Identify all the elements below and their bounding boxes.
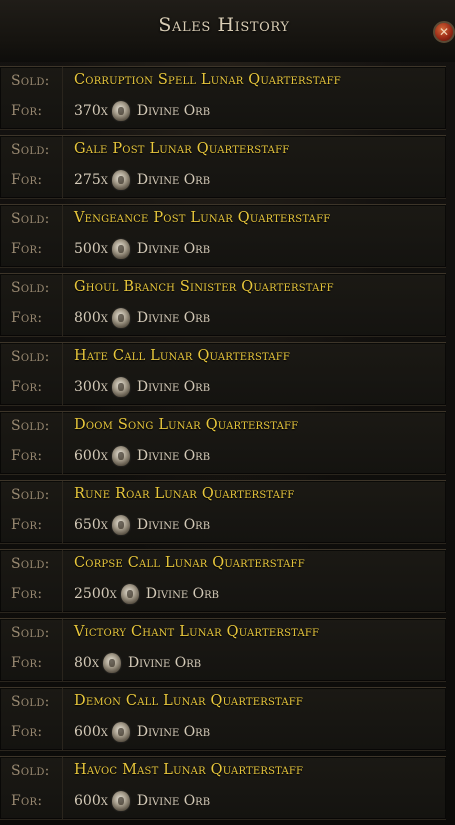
- currency-name: Divine Orb: [136, 517, 211, 533]
- sold-label: Sold:: [11, 280, 50, 296]
- for-label: For:: [11, 448, 43, 464]
- divine-orb-icon: [111, 377, 130, 397]
- currency-name: Divine Orb: [127, 655, 202, 671]
- sales-list: Sold: Corruption Spell Lunar Quarterstaf…: [0, 66, 446, 825]
- close-button[interactable]: ✕: [433, 21, 455, 43]
- item-name[interactable]: Demon Call Lunar Quarterstaff: [74, 693, 303, 709]
- price-quantity: 500x: [74, 241, 108, 257]
- price: 650x Divine Orb: [74, 514, 210, 536]
- price-quantity: 370x: [74, 103, 108, 119]
- sold-label: Sold:: [11, 694, 50, 710]
- sale-entry[interactable]: Sold: Gale Post Lunar Quarterstaff For: …: [0, 135, 446, 199]
- item-name[interactable]: Hate Call Lunar Quarterstaff: [74, 348, 290, 364]
- sale-entry[interactable]: Sold: Doom Song Lunar Quarterstaff For: …: [0, 411, 446, 475]
- divine-orb-icon: [111, 308, 130, 328]
- price: 600x Divine Orb: [74, 445, 210, 467]
- window-title: Sales History: [158, 14, 290, 36]
- price-quantity: 650x: [74, 517, 108, 533]
- sold-label: Sold:: [11, 625, 50, 641]
- price: 600x Divine Orb: [74, 721, 210, 743]
- price: 275x Divine Orb: [74, 169, 210, 191]
- currency-name: Divine Orb: [136, 103, 211, 119]
- divine-orb-icon: [111, 239, 130, 259]
- sales-history-window: Sales History ✕ Sold: Corruption Spell L…: [0, 0, 455, 820]
- for-label: For:: [11, 103, 43, 119]
- price: 500x Divine Orb: [74, 238, 210, 260]
- divine-orb-icon: [120, 584, 139, 604]
- currency-name: Divine Orb: [136, 379, 211, 395]
- currency-name: Divine Orb: [136, 172, 211, 188]
- sold-label: Sold:: [11, 556, 50, 572]
- divine-orb-icon: [111, 722, 130, 742]
- price-quantity: 600x: [74, 724, 108, 740]
- currency-name: Divine Orb: [145, 586, 219, 602]
- item-name[interactable]: Gale Post Lunar Quarterstaff: [74, 141, 289, 157]
- price: 600x Divine Orb: [74, 790, 210, 812]
- sale-entry[interactable]: Sold: Vengeance Post Lunar Quarterstaff …: [0, 204, 446, 268]
- currency-name: Divine Orb: [136, 241, 211, 257]
- price-quantity: 800x: [74, 310, 108, 326]
- price-quantity: 275x: [74, 172, 108, 188]
- sale-entry[interactable]: Sold: Victory Chant Lunar Quarterstaff F…: [0, 618, 446, 682]
- sold-label: Sold:: [11, 418, 50, 434]
- item-name[interactable]: Corruption Spell Lunar Quarterstaff: [74, 72, 341, 88]
- window-header: Sales History ✕: [0, 0, 455, 62]
- price: 800x Divine Orb: [74, 307, 210, 329]
- item-name[interactable]: Rune Roar Lunar Quarterstaff: [74, 486, 294, 502]
- divine-orb-icon: [111, 446, 130, 466]
- divine-orb-icon: [111, 515, 130, 535]
- currency-name: Divine Orb: [136, 724, 211, 740]
- sale-entry[interactable]: Sold: Corruption Spell Lunar Quarterstaf…: [0, 66, 446, 130]
- price: 80x Divine Orb: [74, 652, 201, 674]
- divine-orb-icon: [111, 170, 130, 190]
- for-label: For:: [11, 517, 43, 533]
- item-name[interactable]: Corpse Call Lunar Quarterstaff: [74, 555, 305, 571]
- currency-name: Divine Orb: [136, 310, 211, 326]
- sale-entry[interactable]: Sold: Rune Roar Lunar Quarterstaff For: …: [0, 480, 446, 544]
- sold-label: Sold:: [11, 142, 50, 158]
- close-icon: ✕: [438, 25, 450, 39]
- currency-name: Divine Orb: [136, 793, 211, 809]
- item-name[interactable]: Doom Song Lunar Quarterstaff: [74, 417, 298, 433]
- divine-orb-icon: [111, 791, 130, 811]
- price: 2500x Divine Orb: [74, 583, 219, 605]
- price: 300x Divine Orb: [74, 376, 210, 398]
- price-quantity: 2500x: [74, 586, 117, 602]
- for-label: For:: [11, 241, 43, 257]
- sale-entry[interactable]: Sold: Havoc Mast Lunar Quarterstaff For:…: [0, 756, 446, 820]
- item-name[interactable]: Ghoul Branch Sinister Quarterstaff: [74, 279, 334, 295]
- item-name[interactable]: Vengeance Post Lunar Quarterstaff: [74, 210, 330, 226]
- sold-label: Sold:: [11, 211, 50, 227]
- price-quantity: 600x: [74, 448, 108, 464]
- sold-label: Sold:: [11, 487, 50, 503]
- price-quantity: 600x: [74, 793, 108, 809]
- for-label: For:: [11, 172, 43, 188]
- item-name[interactable]: Victory Chant Lunar Quarterstaff: [74, 624, 319, 640]
- divine-orb-icon: [111, 101, 130, 121]
- for-label: For:: [11, 793, 43, 809]
- divine-orb-icon: [102, 653, 121, 673]
- sold-label: Sold:: [11, 763, 50, 779]
- sale-entry[interactable]: Sold: Ghoul Branch Sinister Quarterstaff…: [0, 273, 446, 337]
- item-name[interactable]: Havoc Mast Lunar Quarterstaff: [74, 762, 303, 778]
- sale-entry[interactable]: Sold: Corpse Call Lunar Quarterstaff For…: [0, 549, 446, 613]
- price-quantity: 300x: [74, 379, 108, 395]
- sold-label: Sold:: [11, 73, 50, 89]
- sale-entry[interactable]: Sold: Demon Call Lunar Quarterstaff For:…: [0, 687, 446, 751]
- sale-entry[interactable]: Sold: Hate Call Lunar Quarterstaff For: …: [0, 342, 446, 406]
- for-label: For:: [11, 655, 43, 671]
- sold-label: Sold:: [11, 349, 50, 365]
- for-label: For:: [11, 379, 43, 395]
- price: 370x Divine Orb: [74, 100, 210, 122]
- for-label: For:: [11, 586, 43, 602]
- price-quantity: 80x: [74, 655, 99, 671]
- for-label: For:: [11, 724, 43, 740]
- for-label: For:: [11, 310, 43, 326]
- currency-name: Divine Orb: [136, 448, 211, 464]
